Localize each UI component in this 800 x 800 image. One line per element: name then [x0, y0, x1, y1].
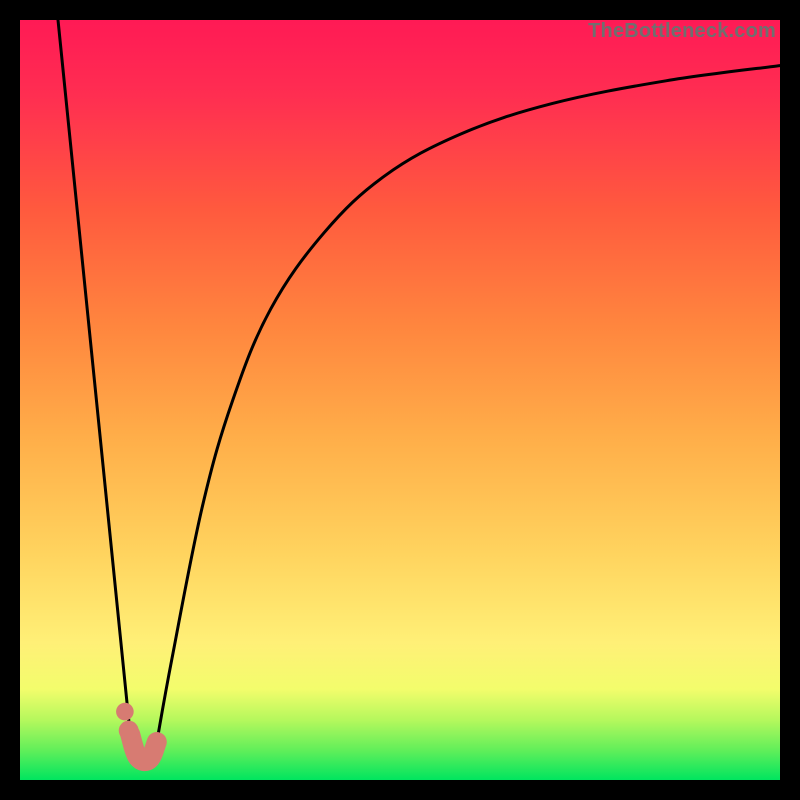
- chart-frame: TheBottleneck.com: [20, 20, 780, 780]
- watermark-text: TheBottleneck.com: [588, 20, 776, 43]
- chart-background: [20, 20, 780, 780]
- chart-canvas: [20, 20, 780, 780]
- marker-dot: [119, 721, 139, 741]
- marker-dot: [116, 703, 134, 721]
